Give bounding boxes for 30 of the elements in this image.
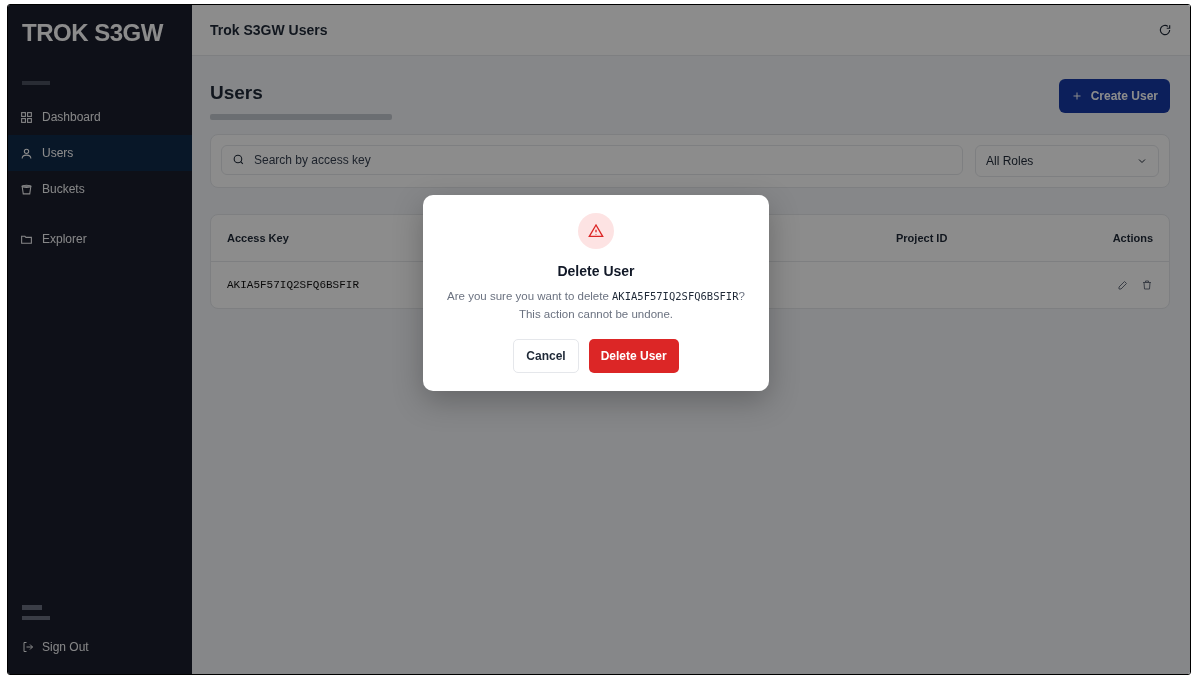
column-header: Access Key: [227, 232, 290, 244]
sign-out-link[interactable]: Sign Out: [8, 626, 192, 674]
trash-icon: [1141, 279, 1153, 291]
confirm-message: Are you sure you want to delete AKIA5F57IQ2SFQ6BSFIR? This action cannot be undone.: [447, 288, 745, 322]
refresh-icon: [1158, 23, 1172, 37]
blurred-text-bar: [22, 616, 50, 620]
sidebar-item[interactable]: Users: [8, 135, 192, 171]
role-select[interactable]: All Roles: [975, 145, 1159, 177]
app-logo: TROK S3GW: [21, 18, 165, 47]
header-title: Trok S3GW Users: [210, 22, 328, 38]
pencil-icon: [1117, 279, 1129, 291]
user-icon: [20, 146, 33, 160]
table-cell-text: AKIA5F57IQ2SFQ6BSFIR: [227, 279, 361, 291]
create-user-button[interactable]: Create User: [1058, 79, 1170, 113]
cancel-button[interactable]: Cancel: [513, 338, 579, 373]
bucket-icon: [20, 182, 33, 196]
dialog-title: Delete User: [557, 262, 635, 279]
page-title: Users: [210, 82, 264, 104]
delete-button[interactable]: Delete User: [588, 338, 679, 373]
warning-icon: [578, 212, 614, 249]
blurred-text-bar: [22, 605, 42, 610]
logout-icon: [22, 641, 34, 653]
search-field[interactable]: Search by access key: [221, 145, 963, 175]
column-header: Actions: [1112, 232, 1153, 244]
column-header: Project ID: [896, 232, 949, 244]
sidebar-item[interactable]: Explorer: [8, 221, 192, 257]
sidebar-item[interactable]: Dashboard: [8, 99, 192, 135]
sidebar-item[interactable]: Buckets: [8, 171, 192, 207]
grid-icon: [20, 110, 33, 124]
search-icon: [232, 153, 245, 166]
